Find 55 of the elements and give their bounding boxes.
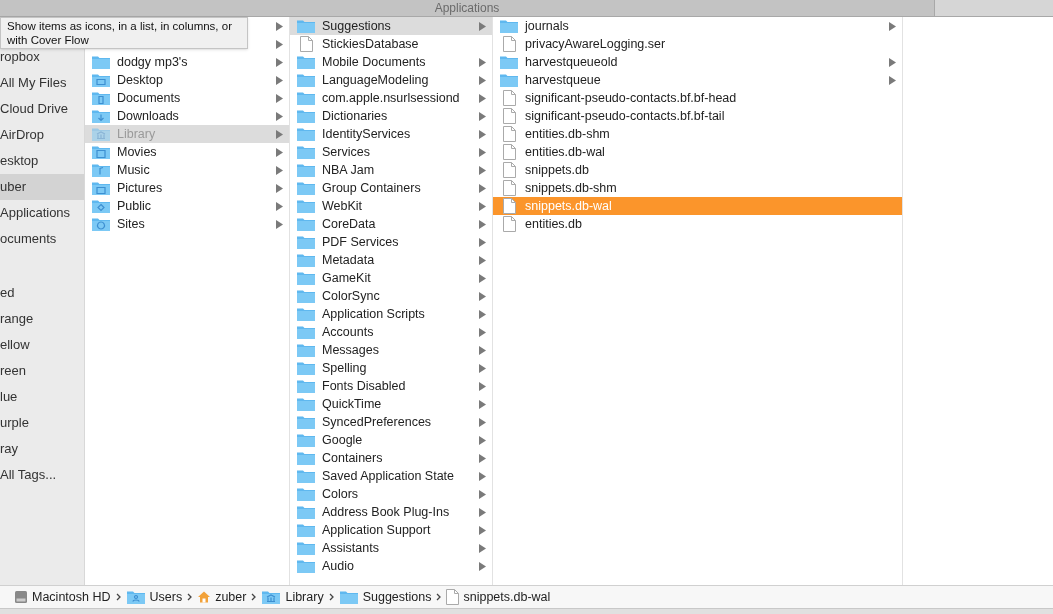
file-name: Sites	[117, 215, 145, 233]
file-name: Metadata	[322, 251, 375, 269]
file-name: Pictures	[117, 179, 163, 197]
file-name: NBA Jam	[322, 161, 375, 179]
file-name: QuickTime	[322, 395, 382, 413]
file-name: snippets.db	[525, 161, 589, 179]
file-name: significant-pseudo-contacts.bf.bf-head	[525, 89, 737, 107]
file-name: Downloads	[117, 107, 179, 125]
file-name: GameKit	[322, 269, 371, 287]
window-title: Applications	[434, 2, 500, 14]
file-name: WebKit	[322, 197, 363, 215]
file-name: snippets.db-wal	[525, 197, 612, 215]
file-name: Messages	[322, 341, 379, 359]
tooltip: Show items as icons, in a list, in columns, or with Cover Flow	[0, 17, 248, 49]
file-name: Suggestions	[322, 17, 391, 35]
file-name: Music	[117, 161, 150, 179]
file-name: significant-pseudo-contacts.bf.bf-tail	[525, 107, 725, 125]
file-name: Audio	[322, 557, 354, 575]
file-name: harvestqueueold	[525, 53, 618, 71]
file-name: SyncedPreferences	[322, 413, 432, 431]
file-name: PDF Services	[322, 233, 399, 251]
file-name: Public	[117, 197, 152, 215]
file-name: Google	[322, 431, 363, 449]
file-name: Desktop	[117, 71, 163, 89]
file-name: Documents	[117, 89, 181, 107]
file-name: Accounts	[322, 323, 374, 341]
file-name: com.apple.nsurlsessiond	[322, 89, 460, 107]
file-name: CoreData	[322, 215, 376, 233]
file-name: harvestqueue	[525, 71, 601, 89]
file-name: LanguageModeling	[322, 71, 429, 89]
file-name: snippets.db-shm	[525, 179, 617, 197]
file-name: dodgy mp3's	[117, 53, 188, 71]
file-name: ColorSync	[322, 287, 380, 305]
file-name: Application Support	[322, 521, 431, 539]
file-name: entities.db-wal	[525, 143, 605, 161]
file-name: entities.db	[525, 215, 582, 233]
file-name: Movies	[117, 143, 157, 161]
file-name: Library	[117, 125, 156, 143]
file-name: Group Containers	[322, 179, 421, 197]
file-name: Assistants	[322, 539, 379, 557]
file-name: StickiesDatabase	[322, 35, 419, 53]
file-name: Address Book Plug-Ins	[322, 503, 450, 521]
file-name: entities.db-shm	[525, 125, 610, 143]
file-name: Spelling	[322, 359, 367, 377]
file-name: Dictionaries	[322, 107, 388, 125]
file-name: journals	[525, 17, 569, 35]
file-name: Saved Application State	[322, 467, 455, 485]
file-name: Containers	[322, 449, 383, 467]
file-name: Application Scripts	[322, 305, 425, 323]
file-name: Fonts Disabled	[322, 377, 406, 395]
file-name: Colors	[322, 485, 359, 503]
file-name: Services	[322, 143, 370, 161]
file-name: IdentityServices	[322, 125, 411, 143]
file-name: privacyAwareLogging.ser	[525, 35, 666, 53]
file-name: Mobile Documents	[322, 53, 426, 71]
